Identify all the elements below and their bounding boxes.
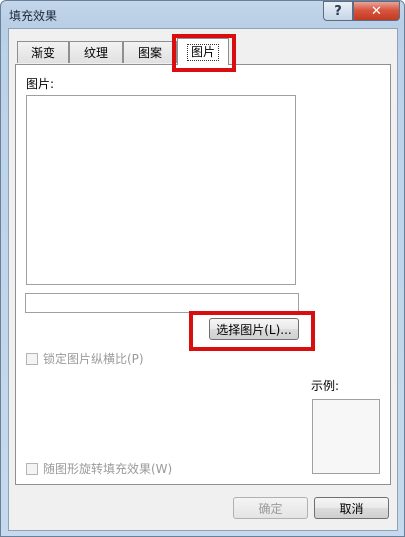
picture-filename-field[interactable] xyxy=(25,293,299,313)
tab-pattern[interactable]: 图案 xyxy=(123,41,177,63)
lock-aspect-ratio-label: 锁定图片纵横比(P) xyxy=(43,352,144,366)
dialog-client-area: 渐变 纹理 图案 图片 图片: 选择图片(L)... 锁定图片纵横比(P) 示例… xyxy=(8,28,398,531)
dialog-title: 填充效果 xyxy=(9,9,58,23)
close-button[interactable]: ✕ xyxy=(353,1,400,21)
help-button[interactable]: ? xyxy=(323,1,353,21)
tab-pattern-label: 图案 xyxy=(137,46,162,60)
help-icon: ? xyxy=(334,3,342,19)
tab-texture-label: 纹理 xyxy=(83,46,108,60)
rotate-with-shape-label: 随图形旋转填充效果(W) xyxy=(43,462,173,476)
lock-aspect-ratio-checkbox[interactable] xyxy=(26,352,38,365)
tab-texture[interactable]: 纹理 xyxy=(69,41,123,63)
sample-preview xyxy=(312,399,380,474)
fill-effects-dialog: 填充效果 ? ✕ 渐变 纹理 图案 图片 图片: 选择图片(L)... 锁定图片… xyxy=(0,0,405,537)
ok-button[interactable]: 确定 xyxy=(233,497,308,519)
sample-label: 示例: xyxy=(311,379,340,393)
select-picture-label: 选择图片(L)... xyxy=(216,322,292,337)
picture-tab-panel: 图片: 选择图片(L)... 锁定图片纵横比(P) 示例: 随图形旋转填充效果(… xyxy=(15,64,391,485)
tab-picture-label: 图片 xyxy=(186,43,219,61)
tab-gradient-label: 渐变 xyxy=(30,46,55,60)
picture-label: 图片: xyxy=(26,77,55,91)
select-picture-button[interactable]: 选择图片(L)... xyxy=(209,318,299,340)
picture-preview xyxy=(26,95,296,285)
ok-label: 确定 xyxy=(258,501,283,516)
rotate-with-shape-option[interactable]: 随图形旋转填充效果(W) xyxy=(26,460,172,477)
lock-aspect-ratio-option[interactable]: 锁定图片纵横比(P) xyxy=(26,350,144,367)
tab-picture[interactable]: 图片 xyxy=(177,38,229,65)
cancel-button[interactable]: 取消 xyxy=(314,497,389,519)
tab-gradient[interactable]: 渐变 xyxy=(17,41,69,63)
rotate-with-shape-checkbox[interactable] xyxy=(26,462,38,475)
close-icon: ✕ xyxy=(371,3,382,19)
cancel-label: 取消 xyxy=(339,501,364,516)
